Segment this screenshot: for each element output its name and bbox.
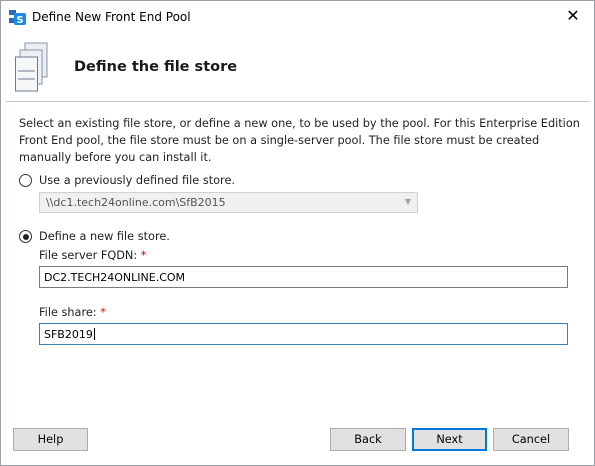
fqdn-field-label: File server FQDN: * [39,249,146,262]
fqdn-label-text: File server FQDN: [39,249,138,262]
existing-store-value: \\dc1.tech24online.com\SfB2015 [46,196,226,209]
file-server-fqdn-input[interactable]: DC2.TECH24ONLINE.COM [39,266,568,288]
cancel-button[interactable]: Cancel [493,428,569,451]
chevron-down-icon: ▼ [404,197,411,206]
define-new-store-option[interactable]: Define a new file store. [19,230,170,243]
required-marker: * [140,249,147,262]
text-caret [93,328,95,340]
use-existing-store-label: Use a previously defined file store. [39,174,235,187]
next-button[interactable]: Next [412,428,487,451]
server-stack-icon [15,41,53,93]
wizard-header: Define the file store [1,32,594,101]
back-button[interactable]: Back [330,428,406,451]
description-text: Select an existing file store, or define… [19,117,580,164]
fqdn-value: DC2.TECH24ONLINE.COM [44,271,186,284]
title-bar: S Define New Front End Pool ✕ [1,1,594,32]
header-divider [6,101,589,102]
use-existing-store-option[interactable]: Use a previously defined file store. [19,174,235,187]
dialog-window: S Define New Front End Pool ✕ Define the… [0,0,595,466]
file-share-input[interactable]: SFB2019 [39,323,568,345]
page-title: Define the file store [74,59,238,75]
skype-topology-app-icon: S [9,9,27,26]
existing-store-combo: \\dc1.tech24online.com\SfB2015 ▼ [39,192,418,213]
help-button[interactable]: Help [13,428,88,451]
close-button[interactable]: ✕ [558,5,588,29]
define-new-store-label: Define a new file store. [39,230,170,243]
use-existing-store-radio[interactable] [19,174,32,187]
share-value: SFB2019 [44,328,93,341]
define-new-store-radio[interactable] [19,230,32,243]
required-marker: * [100,306,106,319]
share-label-text: File share: [39,306,97,319]
svg-text:S: S [16,15,23,25]
window-title: Define New Front End Pool [32,10,191,24]
share-field-label: File share: * [39,306,106,319]
